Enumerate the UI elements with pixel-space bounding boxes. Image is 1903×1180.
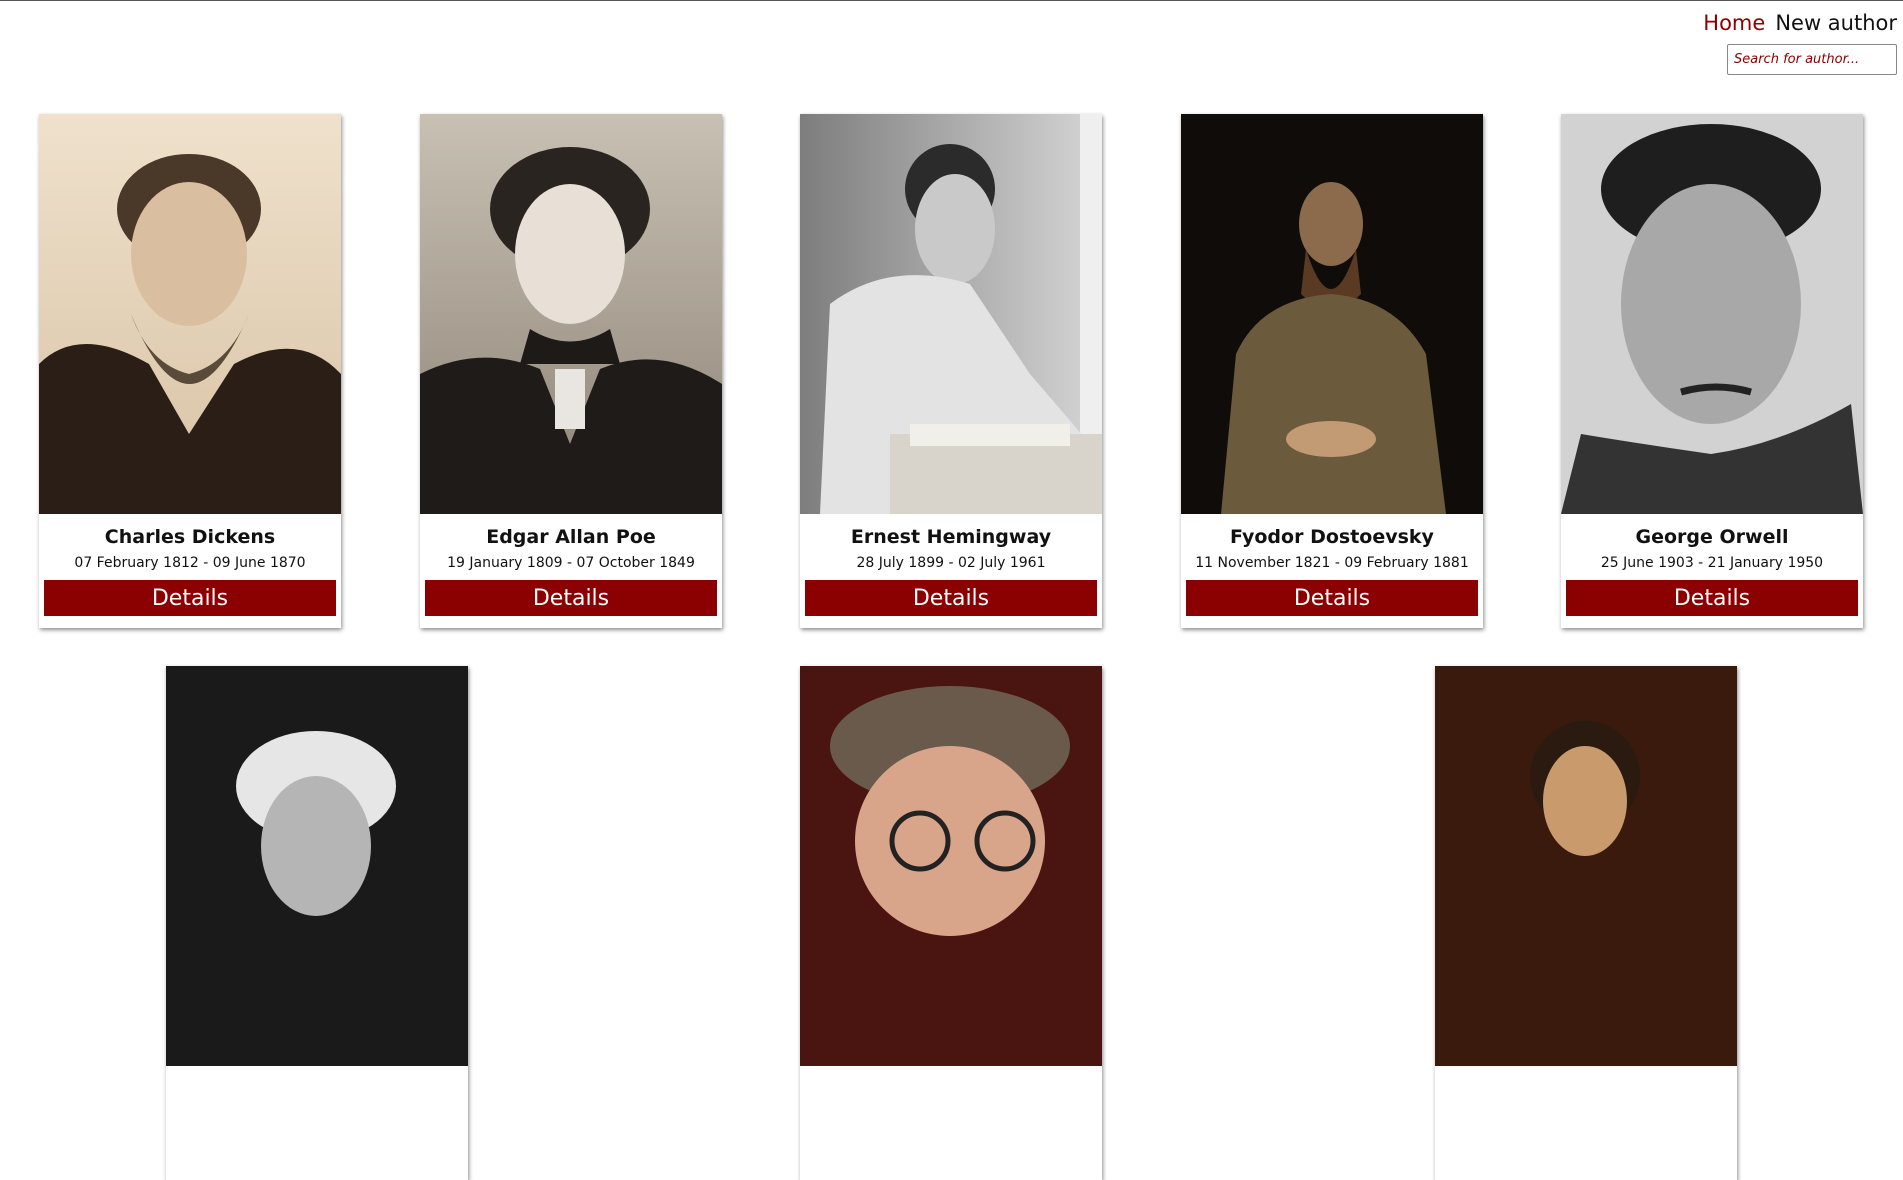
author-card-edgar-allan-poe: Edgar Allan Poe 19 January 1809 - 07 Oct… (420, 114, 722, 628)
details-button[interactable]: Details (805, 580, 1097, 616)
author-name: Charles Dickens (104, 526, 276, 548)
details-button[interactable]: Details (425, 580, 717, 616)
author-dates: 28 July 1899 - 02 July 1961 (856, 555, 1046, 571)
author-card (800, 666, 1102, 1180)
author-name: Fyodor Dostoevsky (1230, 526, 1434, 548)
author-dates: 07 February 1812 - 09 June 1870 (74, 555, 306, 571)
author-card-george-orwell: George Orwell 25 June 1903 - 21 January … (1561, 114, 1863, 628)
author-portrait (1435, 666, 1737, 1066)
author-portrait (166, 666, 468, 1066)
nav-new-author-link[interactable]: New author (1775, 11, 1897, 35)
author-card-charles-dickens: Charles Dickens 07 February 1812 - 09 Ju… (39, 114, 341, 628)
author-portrait (800, 114, 1102, 514)
details-button[interactable]: Details (44, 580, 336, 616)
author-portrait (1561, 114, 1863, 514)
author-portrait (800, 666, 1102, 1066)
author-name: Edgar Allan Poe (486, 526, 656, 548)
author-name: George Orwell (1635, 526, 1789, 548)
author-dates: 11 November 1821 - 09 February 1881 (1195, 555, 1469, 571)
author-search-input[interactable] (1727, 44, 1897, 75)
author-name: Ernest Hemingway (850, 526, 1052, 548)
author-card-ernest-hemingway: Ernest Hemingway 28 July 1899 - 02 July … (800, 114, 1102, 628)
author-portrait (420, 114, 722, 514)
author-dates: 19 January 1809 - 07 October 1849 (447, 555, 695, 571)
author-card-fyodor-dostoevsky: Fyodor Dostoevsky 11 November 1821 - 09 … (1181, 114, 1483, 628)
author-card (166, 666, 468, 1180)
author-portrait (1181, 114, 1483, 514)
author-dates: 25 June 1903 - 21 January 1950 (1600, 555, 1824, 571)
nav-home-link[interactable]: Home (1703, 11, 1765, 35)
top-nav: Home New author (1703, 11, 1897, 35)
author-portrait (39, 114, 341, 514)
author-card (1435, 666, 1737, 1180)
details-button[interactable]: Details (1566, 580, 1858, 616)
details-button[interactable]: Details (1186, 580, 1478, 616)
